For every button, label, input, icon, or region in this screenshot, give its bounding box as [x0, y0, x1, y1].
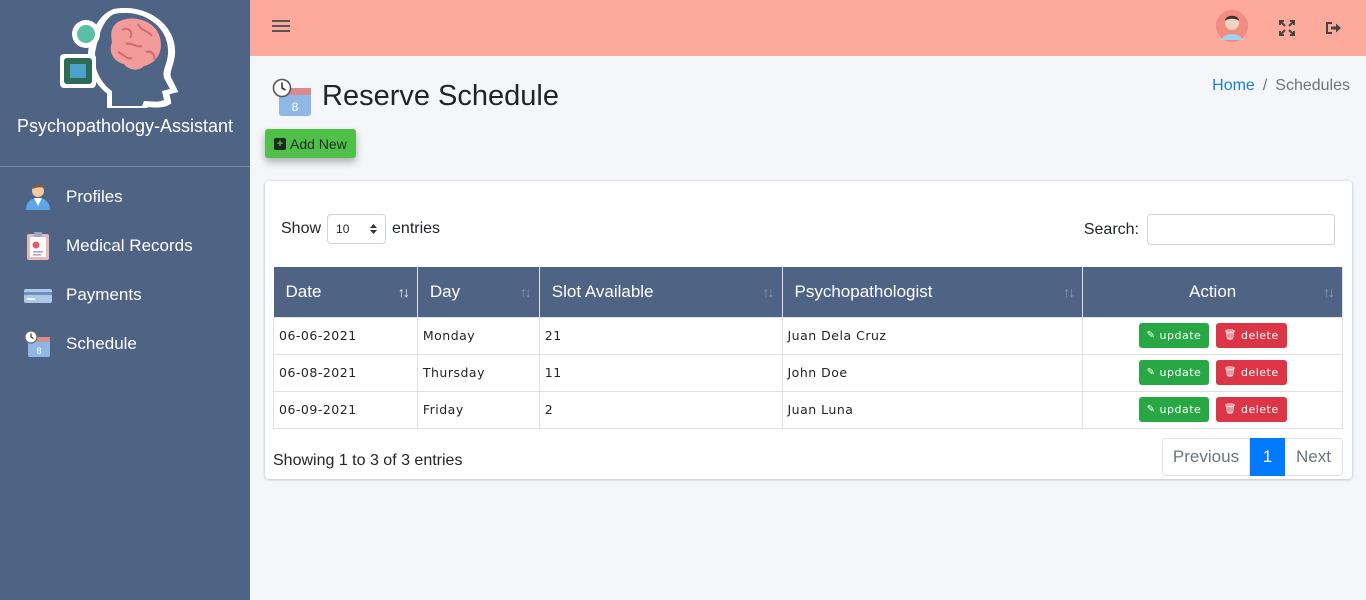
plus-square-icon: + [274, 137, 286, 150]
page-length-select[interactable]: 10 [327, 214, 387, 244]
edit-icon: ✎ [1146, 367, 1156, 378]
cell-psychopathologist: Juan Dela Cruz [781, 316, 1084, 355]
update-button[interactable]: ✎ update [1138, 397, 1210, 422]
breadcrumb-separator: / [1262, 77, 1268, 94]
sidebar-nav: Profiles Medical Records Payments 8 Sche… [0, 172, 250, 368]
pagination-next[interactable]: Next [1285, 438, 1343, 476]
sidebar-item-schedule[interactable]: 8 Schedule [0, 319, 250, 368]
pagination: Previous 1 Next [1162, 438, 1343, 476]
cell-slots: 21 [538, 316, 783, 355]
sidebar-item-medical-records[interactable]: Medical Records [0, 221, 250, 270]
cell-day: Thursday [416, 353, 540, 392]
delete-button[interactable]: 🗑 delete [1215, 360, 1287, 385]
add-new-button[interactable]: + Add New [265, 129, 356, 158]
table-row: 06-08-2021 Thursday 11 John Doe ✎ update … [273, 353, 1343, 392]
brand: Psychopathology-Assistant [0, 0, 250, 167]
search-label: Search: [1083, 220, 1139, 238]
sidebar-item-label: Medical Records [66, 235, 193, 255]
cell-actions: ✎ update 🗑 delete [1082, 316, 1343, 355]
svg-text:8: 8 [36, 346, 41, 356]
table-row: 06-06-2021 Monday 21 Juan Dela Cruz ✎ upd… [273, 316, 1343, 355]
add-new-label: Add New [290, 135, 347, 152]
fullscreen-expand-icon[interactable] [1278, 19, 1296, 37]
clipboard-icon [22, 230, 54, 262]
top-navbar [250, 0, 1366, 56]
page-length-control: Show 10 entries [281, 214, 440, 244]
schedule-table-card: Show 10 entries Search: Date ↑↓ Day ↑↓ Slo… [265, 181, 1352, 479]
logout-icon[interactable] [1324, 19, 1342, 37]
pagination-page-1[interactable]: 1 [1250, 438, 1285, 476]
svg-text:8: 8 [292, 100, 299, 114]
breadcrumb-home-link[interactable]: Home [1212, 77, 1255, 94]
update-button[interactable]: ✎ update [1138, 323, 1210, 348]
sort-icon: ↑↓ [1063, 284, 1075, 300]
pagination-previous[interactable]: Previous [1162, 438, 1250, 476]
column-header-slot-available[interactable]: Slot Available ↑↓ [539, 267, 783, 317]
cell-psychopathologist: Juan Luna [781, 390, 1084, 429]
page-length-value: 10 [336, 222, 350, 236]
cell-day: Friday [416, 390, 540, 429]
cell-date: 06-08-2021 [273, 353, 418, 392]
sort-ascending-icon: ↑↓ [397, 284, 410, 300]
brain-head-logo [60, 8, 179, 108]
trash-icon: 🗑 [1223, 404, 1237, 415]
trash-icon: 🗑 [1223, 330, 1237, 341]
cell-date: 06-09-2021 [273, 390, 418, 429]
table-row: 06-09-2021 Friday 2 Juan Luna ✎ update 🗑 d… [273, 390, 1343, 429]
user-avatar[interactable] [1216, 10, 1248, 42]
sort-icon: ↑↓ [1323, 284, 1335, 300]
table-header-row: Date ↑↓ Day ↑↓ Slot Available ↑↓ Psychopath… [273, 267, 1343, 317]
update-button[interactable]: ✎ update [1138, 360, 1210, 385]
column-header-day[interactable]: Day ↑↓ [417, 267, 540, 317]
cell-actions: ✎ update 🗑 delete [1082, 353, 1343, 392]
delete-button[interactable]: 🗑 delete [1215, 397, 1287, 422]
sidebar-item-profiles[interactable]: Profiles [0, 172, 250, 221]
schedule-table: Date ↑↓ Day ↑↓ Slot Available ↑↓ Psychopath… [273, 267, 1343, 429]
sort-icon: ↑↓ [762, 284, 775, 300]
cell-day: Monday [416, 316, 540, 355]
sidebar-item-payments[interactable]: Payments [0, 270, 250, 319]
column-header-action[interactable]: Action ↑↓ [1082, 267, 1343, 317]
page-title: Reserve Schedule [322, 80, 559, 112]
sidebar-item-label: Profiles [66, 186, 123, 206]
sidebar: Psychopathology-Assistant Profiles Medic… [0, 0, 250, 600]
cell-date: 06-06-2021 [273, 316, 418, 355]
column-header-psychopathologist[interactable]: Psychopathologist ↑↓ [782, 267, 1084, 317]
cell-slots: 11 [538, 353, 783, 392]
edit-icon: ✎ [1146, 330, 1156, 341]
cell-slots: 2 [538, 390, 783, 429]
doctor-icon [22, 181, 54, 213]
select-arrows-icon [370, 224, 378, 234]
show-label: Show [281, 220, 322, 237]
entries-label: entries [392, 220, 441, 237]
cell-psychopathologist: John Doe [781, 353, 1084, 392]
breadcrumb-current: Schedules [1275, 77, 1350, 94]
sidebar-item-label: Schedule [66, 333, 137, 353]
table-info: Showing 1 to 3 of 3 entries [273, 452, 463, 469]
breadcrumb: Home / Schedules [1212, 77, 1350, 95]
edit-icon: ✎ [1146, 404, 1156, 415]
search-control: Search: [1084, 214, 1335, 245]
credit-card-icon [22, 279, 54, 311]
calendar-clock-icon: 8 [22, 328, 54, 360]
calendar-clock-icon: 8 [272, 78, 314, 118]
trash-icon: 🗑 [1223, 367, 1237, 378]
app-name: Psychopathology-Assistant [16, 116, 234, 136]
column-header-date[interactable]: Date ↑↓ [273, 267, 418, 317]
sort-icon: ↑↓ [519, 284, 532, 300]
sidebar-item-label: Payments [66, 284, 142, 304]
delete-button[interactable]: 🗑 delete [1215, 323, 1287, 348]
hamburger-menu-icon[interactable] [272, 17, 290, 35]
search-input[interactable] [1147, 214, 1335, 245]
cell-actions: ✎ update 🗑 delete [1082, 390, 1343, 429]
